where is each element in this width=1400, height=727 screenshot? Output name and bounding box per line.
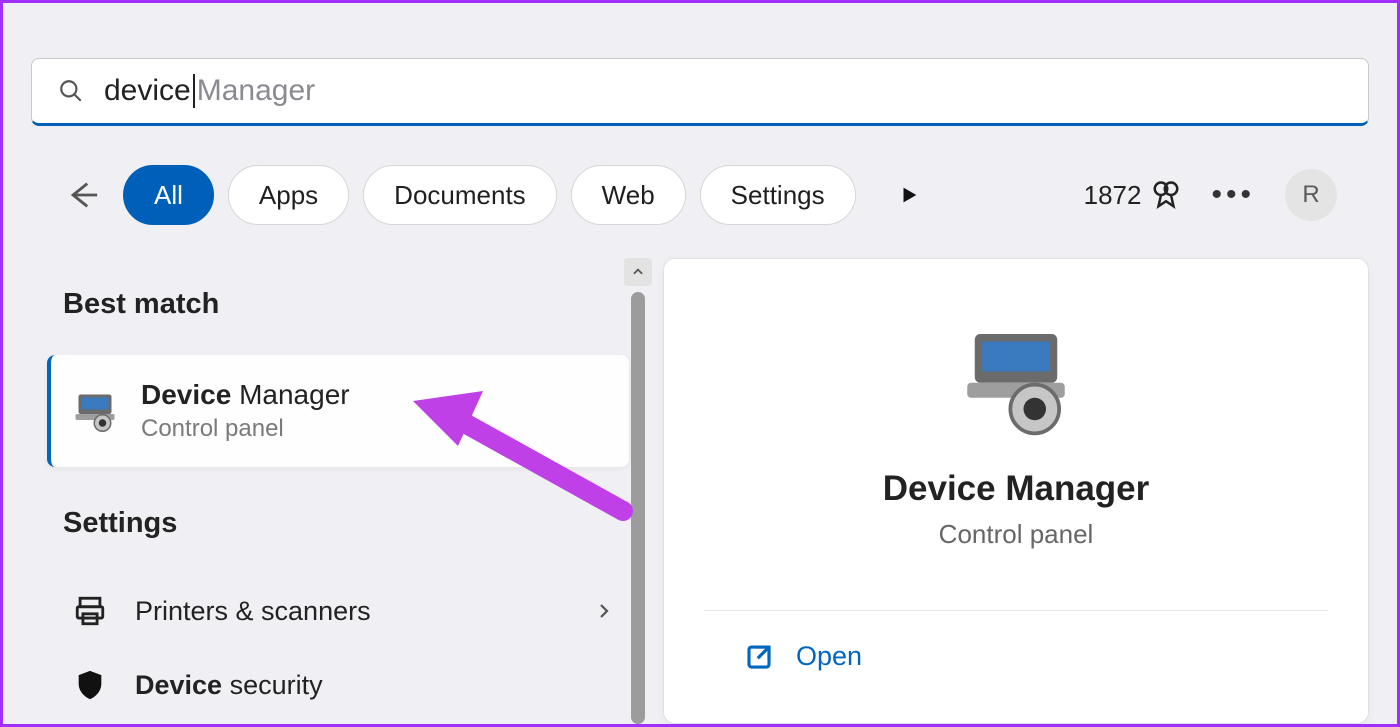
- filter-tab-label: All: [154, 180, 183, 211]
- scroll-thumb[interactable]: [631, 292, 645, 724]
- chevron-right-icon: [595, 602, 613, 620]
- filter-tab-apps[interactable]: Apps: [228, 165, 349, 225]
- content-area: Best match Device Manager Control panel …: [3, 258, 1397, 724]
- best-match-header: Best match: [3, 288, 653, 321]
- filter-tab-settings[interactable]: Settings: [700, 165, 856, 225]
- shield-icon: [73, 668, 107, 702]
- search-bar[interactable]: device Manager: [31, 58, 1369, 126]
- filter-tab-label: Apps: [259, 180, 318, 211]
- best-match-subtitle: Control panel: [141, 415, 350, 443]
- filter-tab-documents[interactable]: Documents: [363, 165, 557, 225]
- more-options-button[interactable]: •••: [1211, 180, 1255, 210]
- settings-section-header: Settings: [3, 507, 653, 540]
- filter-tab-label: Documents: [394, 180, 526, 211]
- header-right-group: 1872 ••• R: [1084, 169, 1337, 221]
- search-suggestion-text: Manager: [197, 74, 315, 108]
- open-action-label: Open: [796, 641, 862, 672]
- printer-icon: [73, 594, 107, 628]
- open-action[interactable]: Open: [704, 610, 1328, 672]
- rewards-points[interactable]: 1872: [1084, 180, 1182, 211]
- filter-row: All Apps Documents Web Settings 1872 •••…: [63, 163, 1337, 227]
- search-icon: [58, 78, 84, 104]
- filter-tab-web[interactable]: Web: [571, 165, 686, 225]
- detail-subtitle: Control panel: [939, 519, 1094, 550]
- search-typed-text: device: [104, 74, 191, 108]
- settings-item-printers[interactable]: Printers & scanners: [3, 574, 653, 648]
- settings-item-label: Printers & scanners: [135, 596, 371, 627]
- more-filters-icon[interactable]: [898, 184, 920, 206]
- back-button[interactable]: [63, 175, 103, 215]
- filter-tab-label: Settings: [731, 180, 825, 211]
- results-column: Best match Device Manager Control panel …: [3, 258, 653, 724]
- settings-item-device-security[interactable]: Device security: [3, 648, 653, 722]
- detail-pane: Device Manager Control panel Open: [663, 258, 1369, 724]
- medal-icon: [1151, 180, 1181, 210]
- arrow-left-icon: [66, 178, 100, 212]
- settings-item-label: Device security: [135, 670, 323, 701]
- avatar-initial: R: [1302, 181, 1319, 209]
- settings-item-label-bold: Device: [135, 670, 222, 700]
- filter-tab-label: Web: [602, 180, 655, 211]
- best-match-title-bold: Device: [141, 379, 231, 410]
- settings-item-label-rest: security: [222, 670, 323, 700]
- best-match-text: Device Manager Control panel: [141, 379, 350, 443]
- rewards-points-value: 1872: [1084, 180, 1142, 211]
- text-cursor: [193, 74, 195, 108]
- device-manager-icon: [71, 387, 119, 435]
- best-match-result[interactable]: Device Manager Control panel: [47, 355, 629, 467]
- scroll-up-button[interactable]: [624, 258, 652, 286]
- detail-title: Device Manager: [883, 469, 1150, 509]
- user-avatar[interactable]: R: [1285, 169, 1337, 221]
- results-scrollbar[interactable]: [623, 258, 653, 724]
- best-match-title-rest: Manager: [231, 379, 349, 410]
- best-match-title: Device Manager: [141, 379, 350, 411]
- open-external-icon: [744, 642, 774, 672]
- device-manager-large-icon: [956, 319, 1076, 439]
- chevron-up-icon: [631, 265, 645, 279]
- filter-tab-all[interactable]: All: [123, 165, 214, 225]
